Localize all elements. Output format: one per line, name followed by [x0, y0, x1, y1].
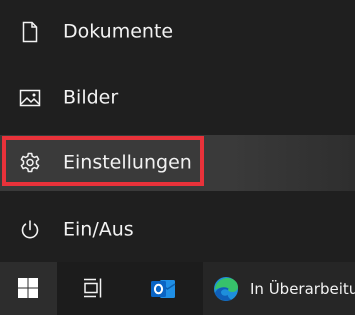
menu-item-label: Dokumente: [63, 20, 174, 43]
pictures-icon: [19, 89, 41, 107]
menu-item-label: Ein/Aus: [63, 218, 134, 241]
outlook-taskbar-button[interactable]: [139, 262, 187, 315]
screen: Dokumente Bilder Einstellungen Ein/Aus I…: [0, 0, 355, 315]
power-icon: [21, 220, 39, 239]
outlook-icon: [151, 280, 176, 298]
menu-item-label: Bilder: [63, 86, 119, 109]
start-button[interactable]: [0, 262, 57, 315]
edge-taskbar-button[interactable]: In Überarbeitu: [203, 262, 355, 315]
task-view-button[interactable]: [68, 262, 116, 315]
menu-item-dokumente[interactable]: Dokumente: [0, 8, 355, 56]
task-view-icon: [84, 278, 102, 298]
menu-item-ein-aus[interactable]: Ein/Aus: [0, 206, 355, 254]
taskbar: In Überarbeitu: [0, 262, 355, 315]
windows-logo-icon: [18, 278, 38, 298]
menu-item-einstellungen[interactable]: Einstellungen: [0, 135, 355, 191]
gear-icon: [20, 152, 40, 173]
menu-item-label: Einstellungen: [63, 151, 192, 174]
document-icon: [22, 21, 38, 43]
edge-icon: [214, 277, 238, 301]
start-menu-left-rail: Dokumente Bilder Einstellungen Ein/Aus: [0, 0, 355, 262]
edge-window-title: In Überarbeitu: [250, 279, 355, 298]
menu-item-bilder[interactable]: Bilder: [0, 74, 355, 122]
